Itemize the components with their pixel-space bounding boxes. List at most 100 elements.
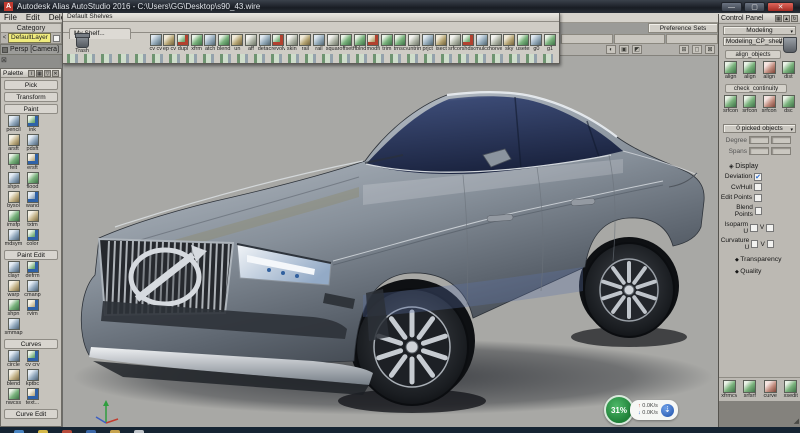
palette-tool-button[interactable]: clayr [4, 261, 23, 279]
panel-tool-button[interactable]: align [761, 61, 777, 80]
maximize-button[interactable]: ▢ [744, 2, 765, 12]
shelf-tool-button[interactable]: un [231, 34, 245, 52]
resize-grip-icon[interactable]: ◢ [794, 417, 799, 425]
shelf-tool-button[interactable]: skin [285, 34, 299, 52]
shelf-tool-button[interactable]: usetex [516, 34, 530, 52]
palette-tab-pick[interactable]: Pick [4, 80, 58, 90]
checkbox[interactable] [750, 224, 758, 232]
palette-close-icon[interactable]: ✕ [52, 70, 59, 77]
shelf-tool-button[interactable]: srfcon [448, 34, 462, 52]
shelf-tool-button[interactable]: detach [258, 34, 272, 52]
palette-tool-button[interactable]: cmanp [23, 280, 42, 298]
palette-tab-curve-edit[interactable]: Curve Edit [4, 409, 58, 419]
palette-tool-button[interactable]: ersft [23, 153, 42, 171]
viewport-window-icon[interactable]: ⊞ [679, 45, 689, 54]
palette-title-bar[interactable]: Palette i ▦ ▽ ✕ [1, 69, 61, 78]
shelf-tool-button[interactable]: untrim [407, 34, 421, 52]
check-continuity-tab[interactable]: check_continuity [725, 84, 787, 93]
shelf-tool-button[interactable]: prjct [421, 34, 435, 52]
shelf-tool-button[interactable]: g0 [530, 34, 544, 52]
shelf-tool-button[interactable]: revolv [271, 34, 285, 52]
panel-tool-button[interactable]: srfsrf [742, 380, 758, 399]
widget-button[interactable]: ⇣ [661, 404, 674, 417]
palette-tool-button[interactable]: pencil [4, 115, 23, 133]
shelf-tool-button[interactable]: blend [217, 34, 231, 52]
palette-tool-button[interactable]: txtm [23, 210, 42, 228]
picked-objects-select[interactable]: 0 picked objects▾ [723, 124, 796, 133]
empty-tab[interactable] [614, 34, 666, 44]
value-input[interactable] [749, 147, 769, 155]
trash-tool[interactable]: Trash [69, 35, 95, 54]
preference-sets-button[interactable]: Preference Sets [648, 23, 718, 33]
close-button[interactable]: ✕ [767, 2, 794, 12]
palette-tool-button[interactable]: arsft [4, 134, 23, 152]
category-header[interactable]: Category [0, 23, 62, 33]
perspective-viewport[interactable] [62, 55, 718, 427]
palette-info-icon[interactable]: i [28, 70, 35, 77]
panel-tool-button[interactable]: curve [762, 380, 778, 399]
panel-tool-button[interactable]: srfcon [723, 95, 739, 114]
layer-scroll-left-button[interactable]: < [1, 35, 8, 41]
windows-taskbar[interactable] [0, 427, 800, 433]
viewport-window-icon[interactable]: ⊠ [705, 45, 715, 54]
align-objects-tab[interactable]: align_objects [725, 50, 781, 59]
viewport-toolbar-icon[interactable]: ◩ [632, 45, 642, 54]
panel-tool-button[interactable]: xsedit [783, 380, 799, 399]
palette-tool-button[interactable]: imsfp [4, 210, 23, 228]
palette-tool-button[interactable]: kptbc [23, 369, 42, 387]
panel-mode-select[interactable]: Modeling▾ [723, 26, 796, 35]
shelf-tool-button[interactable]: trim [380, 34, 394, 52]
shelf-tool-button[interactable]: sky [502, 34, 516, 52]
shelf-tool-button[interactable]: ffblnd [353, 34, 367, 52]
shelf-tool-button[interactable]: rail [299, 34, 313, 52]
panel-shelf-select[interactable]: Modeling_CP_shelf▾ [723, 37, 785, 46]
palette-tool-button[interactable]: flood [23, 172, 42, 190]
panel-trash-icon[interactable] [783, 37, 797, 53]
value-input[interactable] [771, 136, 791, 144]
palette-tool-button[interactable]: defrm [23, 261, 42, 279]
panel-tool-button[interactable]: srfcon [761, 95, 777, 114]
shelf-tool-button[interactable]: cv cv [149, 34, 163, 52]
active-layer-chip[interactable]: DefaultLayer [8, 33, 51, 43]
palette-tool-button[interactable]: text... [23, 388, 42, 406]
palette-tool-button[interactable]: mdsym [4, 229, 23, 247]
menu-item[interactable]: Edit [26, 13, 40, 22]
shelf-tool-button[interactable]: dupl [176, 34, 190, 52]
viewport-toolbar-icon[interactable]: ◐ [606, 45, 616, 54]
palette-tool-button[interactable]: bysol [4, 191, 23, 209]
shelf-tool-button[interactable]: rail [312, 34, 326, 52]
v-checkbox[interactable] [767, 240, 774, 248]
viewport-window-icon[interactable]: ◻ [692, 45, 702, 54]
layer-visibility-checkbox[interactable] [53, 35, 60, 42]
v-checkbox[interactable] [766, 224, 774, 232]
panel-collapse-icon[interactable]: ▲ [783, 15, 790, 22]
panel-tool-button[interactable]: align [742, 61, 758, 80]
shelf-tool-button[interactable]: atch [203, 34, 217, 52]
palette-collapse-icon[interactable]: ▽ [44, 70, 51, 77]
shelf-tool-button[interactable]: horver [489, 34, 503, 52]
value-input[interactable] [771, 147, 791, 155]
shelf-tool-row-2[interactable] [67, 54, 553, 63]
palette-tab-transform[interactable]: Transform [4, 92, 58, 102]
panel-tool-button[interactable]: dist [780, 61, 796, 80]
shelf-tool-button[interactable]: xfrm [190, 34, 204, 52]
empty-tab[interactable] [561, 34, 613, 44]
palette-tool-button[interactable]: circle [4, 350, 23, 368]
palette-tool-button[interactable]: wand [23, 191, 42, 209]
checkbox[interactable] [754, 173, 762, 181]
palette-tool-button[interactable]: blend [4, 369, 23, 387]
shelf-tool-button[interactable]: shdson [462, 34, 476, 52]
checkbox[interactable] [754, 194, 762, 202]
palette-tab-paint-edit[interactable]: Paint Edit [4, 250, 58, 260]
panel-grid-icon[interactable]: ▦ [775, 15, 782, 22]
display-subsection[interactable]: Transparency [735, 256, 800, 263]
checkbox[interactable] [751, 240, 758, 248]
viewport-corner-icon[interactable]: ⊠ [1, 57, 7, 64]
empty-tab[interactable] [666, 34, 718, 44]
palette-tool-button[interactable]: ink [23, 115, 42, 133]
shelf-tool-button[interactable]: isect [434, 34, 448, 52]
shelf-tool-button[interactable]: aff [244, 34, 258, 52]
panel-tool-button[interactable]: align [723, 61, 739, 80]
shelf-tool-button[interactable]: modfit [367, 34, 381, 52]
checkbox[interactable] [755, 207, 763, 215]
